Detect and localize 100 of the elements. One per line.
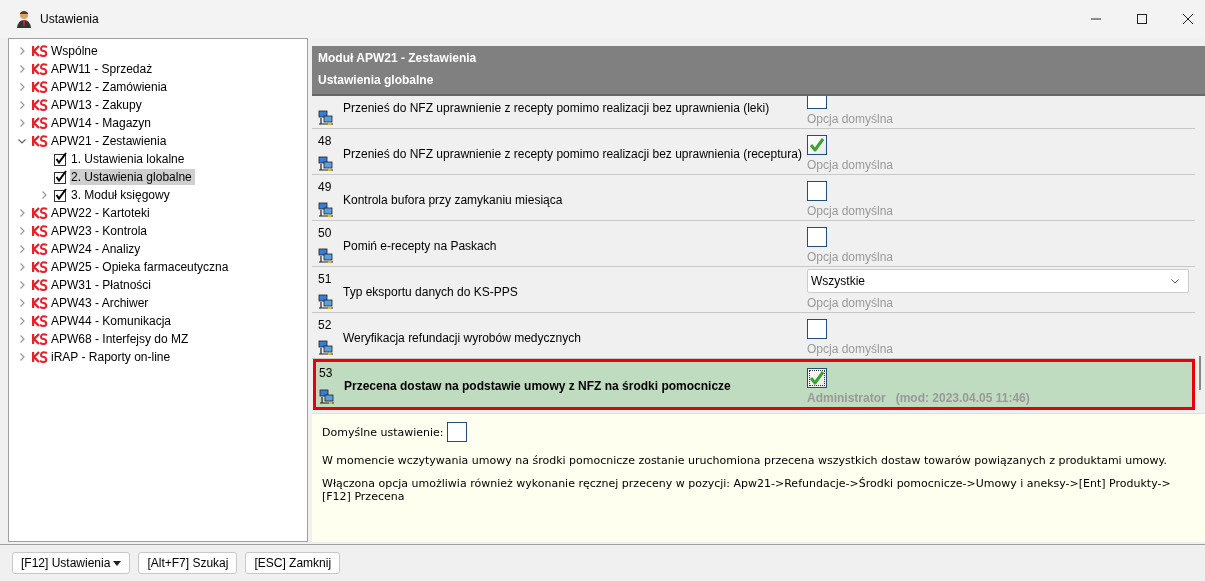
logo-icon bbox=[32, 117, 48, 129]
expand-chevron-icon[interactable] bbox=[17, 46, 27, 56]
expand-chevron-icon[interactable] bbox=[17, 298, 27, 308]
checkbox[interactable] bbox=[807, 319, 827, 339]
tree-item[interactable]: APW12 - Zamówienia bbox=[50, 79, 171, 95]
setting-label: Kontrola bufora przy zamykaniu miesiąca bbox=[343, 192, 563, 207]
default-checkbox[interactable] bbox=[446, 422, 467, 442]
checkbox[interactable] bbox=[807, 135, 827, 155]
setting-number: 52 bbox=[318, 318, 333, 332]
setting-number: 48 bbox=[318, 134, 333, 148]
tree-item[interactable]: APW24 - Analizy bbox=[50, 241, 144, 257]
logo-icon bbox=[32, 63, 48, 75]
checkbox[interactable] bbox=[807, 368, 827, 388]
setting-note: Opcja domyślna bbox=[807, 112, 894, 126]
tree-item[interactable]: APW21 - Zestawienia bbox=[50, 133, 170, 149]
logo-icon bbox=[32, 207, 48, 219]
setting-row[interactable]: Przenieś do NFZ uprawnienie z recepty pomimo realizacji bez uprawnienia (leki) Opcja domyślna bbox=[312, 96, 1195, 129]
setting-note: Opcja domyślna bbox=[807, 296, 894, 310]
tree-item[interactable]: APW11 - Sprzedaż bbox=[50, 61, 156, 77]
maximize-icon[interactable] bbox=[1136, 13, 1148, 25]
tree-item[interactable]: 2. Ustawienia globalne bbox=[70, 169, 195, 185]
default-label: Domyślne ustawienie: bbox=[322, 425, 444, 439]
setting-label: Przenieś do NFZ uprawnienie z recepty pomimo realizacji bez uprawnienia (receptura) bbox=[343, 146, 802, 161]
expand-chevron-icon[interactable] bbox=[17, 82, 27, 92]
expand-chevron-icon[interactable] bbox=[17, 64, 27, 74]
expand-chevron-icon[interactable] bbox=[39, 190, 49, 200]
logo-icon bbox=[32, 261, 48, 273]
setting-note: Opcja domyślna bbox=[807, 158, 894, 172]
setting-row[interactable]: 53 Przecena dostaw na podstawie umowy z NFZ na środki pomocnicze Administrator (mod: 2023.04.05 11:46) bbox=[313, 359, 1195, 410]
setting-row[interactable]: 51 Typ eksportu danych do KS-PPS Wszystkie Opcja domyślna bbox=[312, 267, 1195, 313]
toolbar-button[interactable]: [ESC] Zamknij bbox=[245, 552, 341, 574]
setting-note: Opcja domyślna bbox=[807, 250, 894, 264]
modified-date: (mod: 2023.04.05 11:46) bbox=[895, 391, 1030, 405]
logo-icon bbox=[32, 45, 48, 57]
chevron-down-icon bbox=[1170, 276, 1180, 286]
close-icon[interactable] bbox=[1182, 13, 1194, 25]
tree-item[interactable]: 3. Moduł księgowy bbox=[70, 187, 173, 203]
logo-icon bbox=[32, 99, 48, 111]
expand-chevron-icon[interactable] bbox=[17, 316, 27, 326]
tree-item[interactable]: Wspólne bbox=[50, 43, 101, 59]
setting-note: Administrator bbox=[807, 391, 886, 405]
tree-item[interactable]: APW44 - Komunikacja bbox=[50, 313, 175, 329]
setting-row[interactable]: 50 Pomiń e-recepty na Paskach Opcja domyślna bbox=[312, 221, 1195, 267]
logo-icon bbox=[32, 351, 48, 363]
setting-note: Opcja domyślna bbox=[807, 204, 894, 218]
logo-icon bbox=[32, 279, 48, 291]
computers-icon bbox=[318, 294, 334, 310]
logo-icon bbox=[32, 297, 48, 309]
expand-chevron-icon[interactable] bbox=[17, 352, 27, 362]
description-text: Włączona opcja umożliwia również wykonanie ręcznej przeceny w pozycji: Apw21->Refundacje->Środki pomocnicze->Umowy i aneksy->[Ent] Produkty->[F12] Przecena bbox=[322, 477, 1172, 503]
expand-chevron-icon[interactable] bbox=[17, 262, 27, 272]
computers-icon bbox=[318, 202, 334, 218]
setting-label: Przecena dostaw na podstawie umowy z NFZ na środki pomocnicze bbox=[344, 379, 731, 393]
setting-number: 49 bbox=[318, 180, 333, 194]
tree-item[interactable]: iRAP - Raporty on-line bbox=[50, 349, 174, 365]
expand-chevron-icon[interactable] bbox=[17, 334, 27, 344]
setting-label: Przenieś do NFZ uprawnienie z recepty pomimo realizacji bez uprawnienia (leki) bbox=[343, 100, 770, 115]
setting-label: Typ eksportu danych do KS-PPS bbox=[343, 284, 518, 299]
user-icon bbox=[16, 10, 32, 28]
toolbar-button[interactable]: [F12] Ustawienia bbox=[12, 552, 131, 574]
dropdown[interactable]: Wszystkie bbox=[807, 269, 1189, 293]
logo-icon bbox=[32, 225, 48, 237]
expand-chevron-icon[interactable] bbox=[17, 100, 27, 110]
setting-row[interactable]: 49 Kontrola bufora przy zamykaniu miesiąca Opcja domyślna bbox=[312, 175, 1195, 221]
tree-item[interactable]: APW14 - Magazyn bbox=[50, 115, 155, 131]
module-title: Moduł APW21 - Zestawienia bbox=[318, 50, 478, 67]
computers-icon bbox=[319, 389, 335, 405]
tree-item[interactable]: APW23 - Kontrola bbox=[50, 223, 151, 239]
scrollbar-thumb[interactable] bbox=[1199, 356, 1201, 390]
tree-item[interactable]: APW22 - Kartoteki bbox=[50, 205, 153, 221]
tree-item[interactable]: APW13 - Zakupy bbox=[50, 97, 145, 113]
expand-chevron-icon[interactable] bbox=[17, 226, 27, 236]
description-text: W momencie wczytywania umowy na środki pomocnicze zostanie uruchomiona przecena wszystkich dostaw towarów powiązanych z produktami umowy. bbox=[322, 454, 1169, 467]
logo-icon bbox=[32, 135, 48, 147]
collapse-chevron-icon[interactable] bbox=[17, 136, 27, 146]
tree-item[interactable]: APW31 - Płatności bbox=[50, 277, 155, 293]
checklist-icon bbox=[54, 152, 68, 166]
expand-chevron-icon[interactable] bbox=[17, 244, 27, 254]
toolbar-button[interactable]: [Alt+F7] Szukaj bbox=[138, 552, 238, 574]
tree-item[interactable]: APW68 - Interfejsy do MZ bbox=[50, 331, 192, 347]
expand-chevron-icon[interactable] bbox=[17, 208, 27, 218]
checklist-icon bbox=[54, 170, 68, 184]
logo-icon bbox=[32, 243, 48, 255]
section-title: Ustawienia globalne bbox=[318, 72, 435, 89]
setting-number: 51 bbox=[318, 272, 333, 286]
tree-item[interactable]: 1. Ustawienia lokalne bbox=[70, 151, 188, 167]
computers-icon bbox=[318, 110, 334, 126]
setting-number: 50 bbox=[318, 226, 333, 240]
setting-row[interactable]: 48 Przenieś do NFZ uprawnienie z recepty pomimo realizacji bez uprawnienia (receptura) Opcja domyślna bbox=[312, 129, 1195, 175]
checkbox[interactable] bbox=[807, 227, 827, 247]
checkbox[interactable] bbox=[807, 181, 827, 201]
setting-note: Opcja domyślna bbox=[807, 342, 894, 356]
logo-icon bbox=[32, 333, 48, 345]
setting-label: Weryfikacja refundacji wyrobów medycznych bbox=[343, 330, 581, 345]
expand-chevron-icon[interactable] bbox=[17, 280, 27, 290]
expand-chevron-icon[interactable] bbox=[17, 118, 27, 128]
computers-icon bbox=[318, 340, 334, 356]
tree-item[interactable]: APW43 - Archiwer bbox=[50, 295, 152, 311]
tree-item[interactable]: APW25 - Opieka farmaceutyczna bbox=[50, 259, 232, 275]
window-title: Ustawienia bbox=[40, 12, 99, 26]
